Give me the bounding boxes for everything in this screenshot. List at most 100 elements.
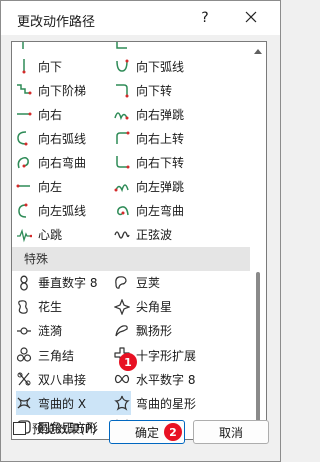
double-figure-8-icon xyxy=(16,371,32,387)
curvy-left-path-icon xyxy=(114,203,130,219)
section-header-label: 特殊 xyxy=(24,252,49,267)
straight-down-path-icon xyxy=(16,58,32,74)
path-option[interactable]: 向右上转 xyxy=(114,126,229,150)
path-option-label: 弯曲的星形 xyxy=(136,396,197,411)
arc-right-path-icon xyxy=(16,130,32,146)
path-option-label: 心跳 xyxy=(38,228,63,243)
close-icon xyxy=(245,11,257,23)
step-badge-2: 2 xyxy=(164,423,182,441)
ok-label: 确定 xyxy=(134,425,159,440)
path-option[interactable]: 正弦波 xyxy=(114,223,229,247)
motion-path-list-content: 向下 向下弧线向下阶梯 向下转向右 向右弹跳向右弧线 向右上转向右弯曲 向右下转向左 向左弹… xyxy=(12,42,250,439)
pointy-star-icon xyxy=(114,298,130,315)
straight-left-path-icon xyxy=(16,178,32,194)
curvy-right-path-icon xyxy=(16,154,32,170)
path-option-label: 尖角星 xyxy=(136,300,173,315)
path-option-label: 豆荚 xyxy=(136,276,161,291)
path-option-label: 涟漪 xyxy=(38,324,63,339)
scroll-up-button[interactable] xyxy=(250,43,266,59)
path-option[interactable]: 尖角星 xyxy=(114,295,229,319)
list-row: 花生 尖角星 xyxy=(12,295,250,319)
motion-path-list[interactable]: 向下 向下弧线向下阶梯 向下转向右 向右弹跳向右弧线 向右上转向右弯曲 向右下转向左 向左弹… xyxy=(11,41,267,440)
path-option-label: 向下转 xyxy=(136,83,173,98)
path-option-label: 向右下转 xyxy=(136,155,185,170)
path-option-label: 向下阶梯 xyxy=(38,83,87,98)
path-option[interactable]: 豆荚 xyxy=(114,271,229,295)
path-option-label: 垂直数字 8 xyxy=(38,276,98,291)
vertical-scrollbar[interactable] xyxy=(250,42,266,439)
path-option-label: 向左弧线 xyxy=(38,204,87,219)
arc-left-path-icon xyxy=(16,203,32,219)
path-option-label: 花生 xyxy=(38,300,63,315)
cancel-button[interactable]: 取消 xyxy=(193,420,269,444)
turn-down-path-icon xyxy=(114,82,130,98)
title-bar: 更改动作路径 ? xyxy=(1,1,280,35)
path-option-label: 向右弯曲 xyxy=(38,155,87,170)
list-row: 向左弧线 向左弯曲 xyxy=(12,199,250,223)
list-row: 向下 向下弧线 xyxy=(12,54,250,78)
list-row: 弯曲的 X 弯曲的星形 xyxy=(12,391,250,416)
path-option-label: 向右弧线 xyxy=(38,131,87,146)
path-option[interactable]: 飘扬形 xyxy=(114,319,229,343)
straight-right-path-icon xyxy=(16,106,32,122)
swoosh-icon xyxy=(114,323,130,339)
curvy-x-icon xyxy=(16,395,32,411)
section-header-special: 特殊 xyxy=(12,246,250,271)
path-option-label: 向左弯曲 xyxy=(136,204,185,219)
list-row: 向右弧线 向右上转 xyxy=(12,126,250,150)
preview-checkbox[interactable] xyxy=(13,422,26,435)
preview-checkbox-row[interactable]: 预览效果(P) xyxy=(13,420,97,437)
list-row: 垂直数字 8 豆荚 xyxy=(12,271,250,295)
help-button[interactable]: ? xyxy=(197,9,213,27)
path-option-label: 三角结 xyxy=(38,348,75,363)
list-row: 向下阶梯 向下转 xyxy=(12,78,250,102)
trefoil-knot-icon xyxy=(16,347,32,363)
path-option[interactable]: 向下转 xyxy=(114,78,229,102)
sine-wave-path-icon xyxy=(114,227,130,243)
list-row: 向右弯曲 向右下转 xyxy=(12,150,250,174)
cancel-label: 取消 xyxy=(218,425,243,440)
path-option-label: 向下弧线 xyxy=(136,59,185,74)
horizontal-figure-8-icon xyxy=(114,371,130,387)
path-option[interactable]: 向左弹跳 xyxy=(114,174,229,198)
change-motion-path-dialog: 更改动作路径 ? 向下 向下弧线 向下阶梯 向下转 向右 向右弹跳 向右弧线 向右上转 向右弯曲… xyxy=(0,0,281,462)
curvy-star-icon xyxy=(114,395,130,411)
path-option-label: 正弦波 xyxy=(136,228,173,243)
list-row: 向左 向左弹跳 xyxy=(12,174,250,198)
path-option-label: 飘扬形 xyxy=(136,324,173,339)
stairs-down-path-icon xyxy=(16,82,32,98)
path-option-label: 向右 xyxy=(38,107,63,122)
path-option-label: 向左 xyxy=(38,179,63,194)
path-option-label: 双八串接 xyxy=(38,372,87,387)
path-option-label: 向左弹跳 xyxy=(136,179,185,194)
bounce-left-path-icon xyxy=(114,178,130,194)
step-badge-1: 1 xyxy=(119,353,137,371)
turn-up-right-path-icon xyxy=(114,130,130,146)
ripple-icon xyxy=(16,323,32,339)
path-option-label: 十字形扩展 xyxy=(136,348,197,363)
path-option[interactable]: 向右下转 xyxy=(114,150,229,174)
turn-down-right-path-icon xyxy=(114,154,130,170)
path-option[interactable]: 向左弯曲 xyxy=(114,199,229,223)
path-option[interactable]: 水平数字 8 xyxy=(114,367,229,391)
bounce-right-path-icon xyxy=(114,106,130,122)
list-row: 向右 向右弹跳 xyxy=(12,102,250,126)
path-option-label: 向下 xyxy=(38,59,63,74)
bean-icon xyxy=(114,275,130,291)
path-option[interactable]: 向下弧线 xyxy=(114,54,229,78)
peanut-icon xyxy=(16,299,32,315)
close-button[interactable] xyxy=(237,6,265,28)
path-option[interactable]: 向右弹跳 xyxy=(114,102,229,126)
path-option-label: 弯曲的 X xyxy=(38,396,87,411)
list-row: 涟漪 飘扬形 xyxy=(12,319,250,343)
dialog-title: 更改动作路径 xyxy=(17,15,96,30)
heartbeat-path-icon xyxy=(16,227,32,243)
path-option-label: 向右上转 xyxy=(136,131,185,146)
list-row: 心跳 正弦波 xyxy=(12,223,250,247)
path-option[interactable]: 弯曲的星形 xyxy=(114,391,229,415)
scroll-thumb[interactable] xyxy=(256,272,260,422)
path-option-label: 向右弹跳 xyxy=(136,107,185,122)
chevron-up-icon xyxy=(254,48,262,54)
preview-label: 预览效果(P) xyxy=(32,422,97,436)
arc-down-path-icon xyxy=(114,58,130,74)
